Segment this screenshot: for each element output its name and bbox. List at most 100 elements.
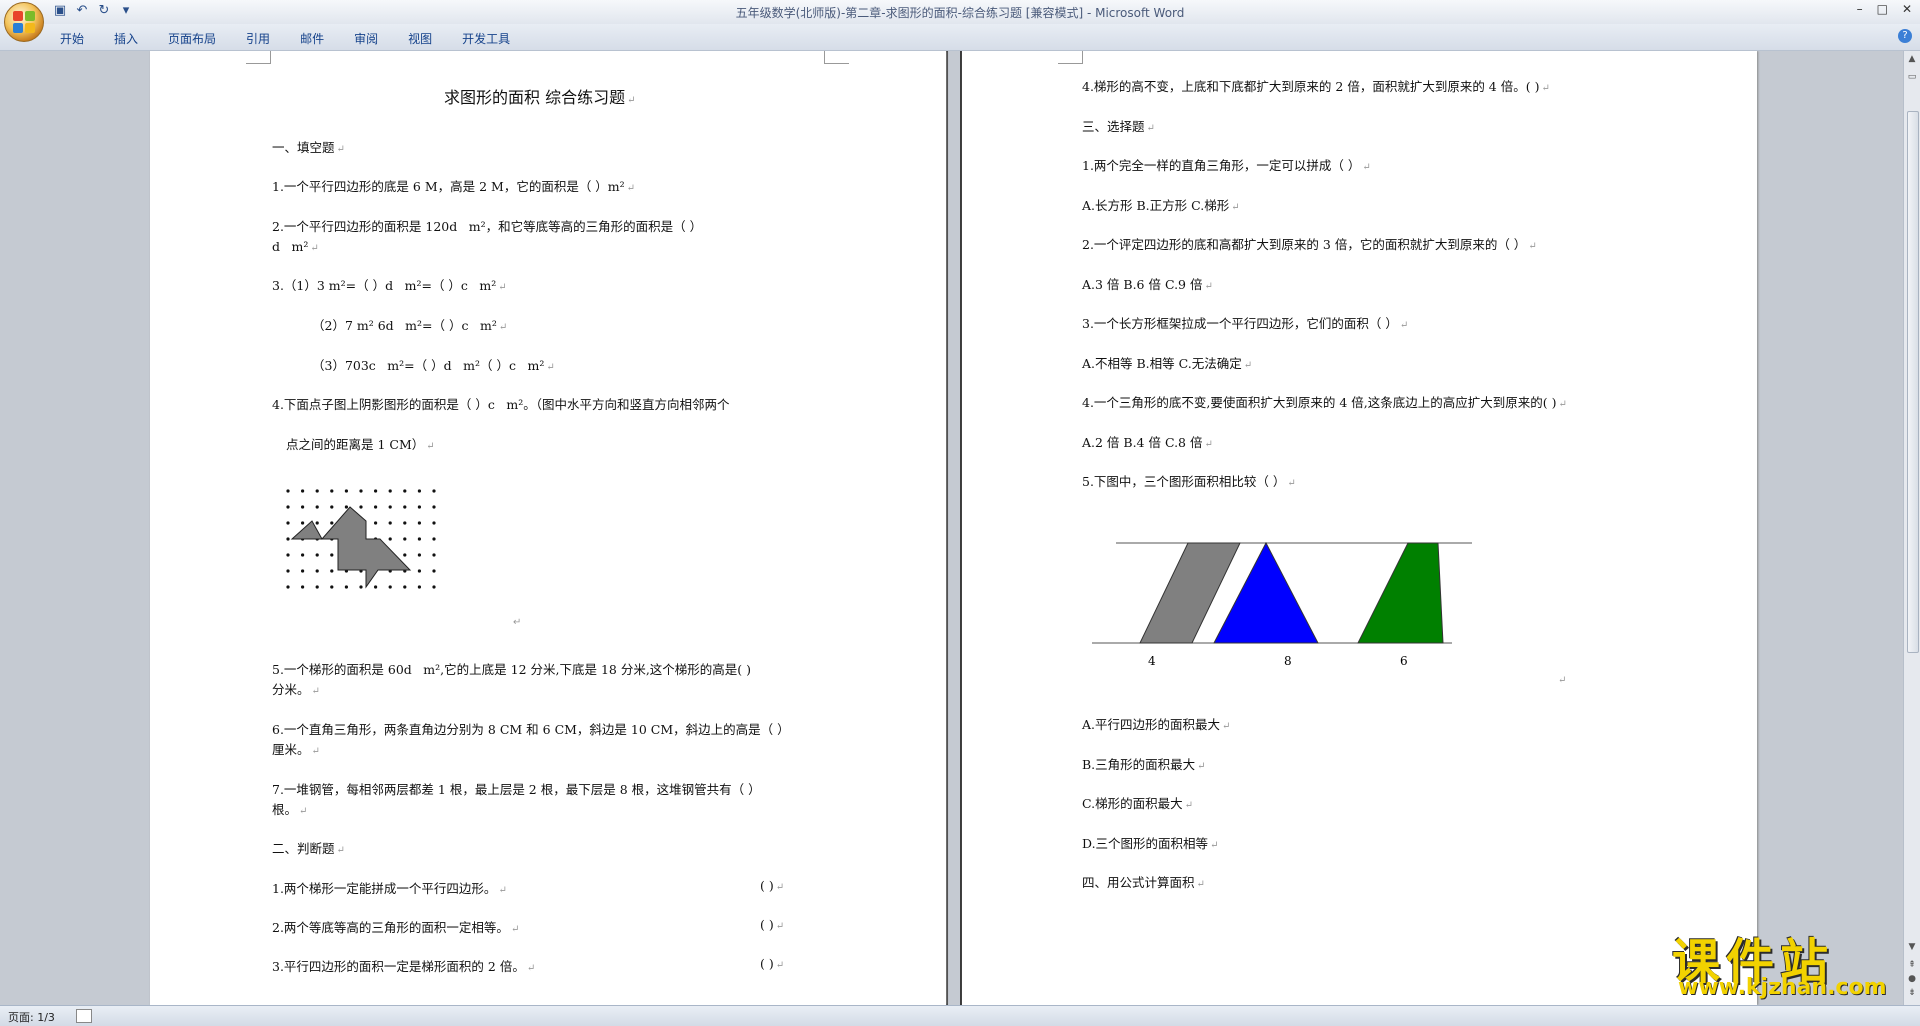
grid-dot xyxy=(432,505,436,509)
grid-dot xyxy=(344,489,348,493)
answer-options: A.2 倍 B.4 倍 C.8 倍 ↵ xyxy=(1082,435,1213,450)
grid-dot xyxy=(301,505,305,509)
answer-options: A.3 倍 B.6 倍 C.9 倍 ↵ xyxy=(1082,277,1213,292)
question-text: 厘米。 ↵ xyxy=(272,742,320,757)
quick-access-toolbar: ▣ ↶ ↻ ▾ xyxy=(52,3,134,19)
grid-dot xyxy=(432,585,436,589)
maximize-button[interactable]: □ xyxy=(1877,2,1888,16)
grid-dot xyxy=(315,521,319,525)
shape-label: 8 xyxy=(1284,654,1292,666)
help-icon[interactable]: ? xyxy=(1898,29,1912,43)
grid-dot xyxy=(374,505,378,509)
grid-dot xyxy=(301,585,305,589)
close-button[interactable]: ✕ xyxy=(1902,2,1912,16)
answer-option: D.三个图形的面积相等 ↵ xyxy=(1082,836,1219,851)
section-heading: 三、选择题 ↵ xyxy=(1082,119,1155,134)
grid-dot xyxy=(374,521,378,525)
answer-option: C.梯形的面积最大 ↵ xyxy=(1082,796,1193,811)
next-page-icon[interactable]: ⇟ xyxy=(1906,987,1918,999)
document-page-1[interactable]: 求图形的面积 综合练习题 ↵ 一、填空题 ↵ 1.一个平行四边形的底是 6 M，高是… xyxy=(150,51,946,1005)
question-text: 1.两个完全一样的直角三角形，一定可以拼成（ ） ↵ xyxy=(1082,158,1371,173)
grid-dot xyxy=(403,537,407,541)
office-logo-icon xyxy=(13,11,35,33)
shape-label: 4 xyxy=(1148,654,1156,666)
grid-dot xyxy=(315,489,319,493)
grid-dot xyxy=(330,505,334,509)
grid-dot xyxy=(388,585,392,589)
tab-home[interactable]: 开始 xyxy=(60,30,84,47)
answer-paren: ( ) ↵ xyxy=(760,956,785,971)
scroll-up-icon[interactable]: ▲ xyxy=(1906,53,1918,65)
grid-dot xyxy=(432,537,436,541)
grid-dot xyxy=(388,489,392,493)
margin-corner xyxy=(824,51,849,64)
title-bar: 五年级数学(北师版)-第二章-求图形的面积-综合练习题 [兼容模式] - Mic… xyxy=(0,0,1920,24)
grid-dot xyxy=(374,585,378,589)
section-heading: 一、填空题 ↵ xyxy=(272,140,345,155)
grid-dot xyxy=(417,585,421,589)
grid-dot xyxy=(344,505,348,509)
browse-object-icon[interactable]: ● xyxy=(1906,973,1918,985)
grid-dot xyxy=(286,569,290,573)
tab-references[interactable]: 引用 xyxy=(246,30,270,47)
grid-dot xyxy=(432,569,436,573)
answer-paren: ( ) ↵ xyxy=(760,878,785,893)
question-text: 分米。 ↵ xyxy=(272,682,320,697)
grid-dot xyxy=(286,521,290,525)
grid-dot xyxy=(374,489,378,493)
grid-dot xyxy=(417,521,421,525)
answer-options: A.不相等 B.相等 C.无法确定 ↵ xyxy=(1082,356,1253,371)
answer-paren: ( ) ↵ xyxy=(760,917,785,932)
page-indicator[interactable]: 页面: 1/3 xyxy=(8,1009,55,1025)
grid-dot xyxy=(344,585,348,589)
vertical-scrollbar[interactable]: ▲ ▭ ▼ ⇞ ● ⇟ xyxy=(1903,51,1920,1005)
margin-corner xyxy=(246,51,271,64)
grid-dot xyxy=(432,553,436,557)
grid-dot xyxy=(359,489,363,493)
grid-dot xyxy=(432,489,436,493)
question-text: 5.一个梯形的面积是 60dㅤm²,它的上底是 12 分米,下底是 18 分米,… xyxy=(272,662,752,677)
undo-icon[interactable]: ↶ xyxy=(74,3,90,19)
proofing-icon[interactable] xyxy=(76,1009,92,1023)
minimize-button[interactable]: – xyxy=(1857,2,1863,16)
save-icon[interactable]: ▣ xyxy=(52,3,68,19)
grid-dot xyxy=(330,521,334,525)
tab-page-layout[interactable]: 页面布局 xyxy=(168,30,216,47)
question-text: 3.平行四边形的面积一定是梯形面积的 2 倍。 ↵ xyxy=(272,959,536,974)
question-text: dㅤm² ↵ xyxy=(272,239,319,254)
window-title: 五年级数学(北师版)-第二章-求图形的面积-综合练习题 [兼容模式] - Mic… xyxy=(735,6,1185,20)
office-button[interactable] xyxy=(4,2,44,42)
prev-page-icon[interactable]: ⇞ xyxy=(1906,959,1918,971)
doc-title: 求图形的面积 综合练习题 ↵ xyxy=(444,88,636,107)
tab-developer[interactable]: 开发工具 xyxy=(462,30,510,47)
question-text: 4.一个三角形的底不变,要使面积扩大到原来的 4 倍,这条底边上的高应扩大到原来… xyxy=(1082,395,1567,410)
paragraph-mark: ↵ xyxy=(1558,675,1567,686)
grid-dot xyxy=(286,489,290,493)
customize-qat-button[interactable]: ▾ xyxy=(118,3,134,19)
tab-view[interactable]: 视图 xyxy=(408,30,432,47)
grid-dot xyxy=(286,585,290,589)
grid-dot xyxy=(301,569,305,573)
grid-dot xyxy=(286,553,290,557)
watermark-logo: 课件站 www.kjzhan.com xyxy=(1668,922,1906,1002)
ribbon-tabs: 开始 插入 页面布局 引用 邮件 审阅 视图 开发工具 xyxy=(60,30,540,47)
tab-mailings[interactable]: 邮件 xyxy=(300,30,324,47)
grid-dot xyxy=(403,553,407,557)
section-heading: 四、用公式计算面积 ↵ xyxy=(1082,875,1205,890)
section-heading: 二、判断题 ↵ xyxy=(272,841,345,856)
ruler-toggle-icon[interactable]: ▭ xyxy=(1906,71,1918,83)
status-bar: 页面: 1/3 xyxy=(0,1005,1920,1026)
question-text: 2.两个等底等高的三角形的面积一定相等。 ↵ xyxy=(272,920,520,935)
question-text: 3.一个长方形框架拉成一个平行四边形，它们的面积（ ） ↵ xyxy=(1082,316,1409,331)
tab-review[interactable]: 审阅 xyxy=(354,30,378,47)
redo-icon[interactable]: ↻ xyxy=(96,3,112,19)
paragraph-mark: ↵ xyxy=(513,617,521,628)
tab-insert[interactable]: 插入 xyxy=(114,30,138,47)
grid-dot xyxy=(330,569,334,573)
document-workspace: 求图形的面积 综合练习题 ↵ 一、填空题 ↵ 1.一个平行四边形的底是 6 M，高是… xyxy=(0,51,1904,1005)
shapes-figure: 4 8 6 xyxy=(1092,541,1472,666)
scroll-down-icon[interactable]: ▼ xyxy=(1906,941,1918,953)
question-text: （3）703cㅤm²=（ ）dㅤm²（ ）cㅤm² ↵ xyxy=(312,358,555,373)
scroll-thumb[interactable] xyxy=(1907,111,1919,653)
document-page-2[interactable]: 4.梯形的高不变，上底和下底都扩大到原来的 2 倍，面积就扩大到原来的 4 倍。… xyxy=(962,51,1757,1005)
